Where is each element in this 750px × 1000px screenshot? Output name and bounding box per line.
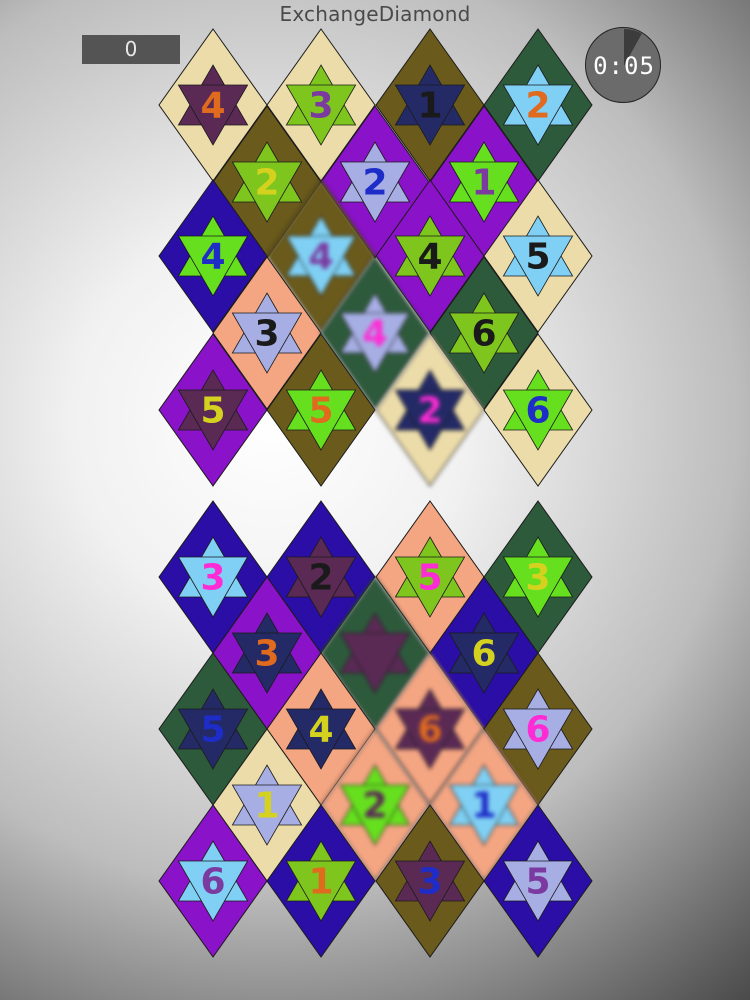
tile-number: 6 [471,314,496,355]
tile-number: 1 [362,634,387,675]
tile-number: 6 [417,710,442,751]
tile-number: 3 [308,86,333,127]
tile-number: 5 [308,391,333,432]
tile-number: 2 [417,391,442,432]
tile-number: 4 [417,237,442,278]
tile-number: 4 [308,237,333,278]
game-board[interactable]: 4 3 1 22 2 14 4 4 53 4 65 5 2 63 2 5 33 1 65 4 6 61 2 16 1 3 5 [0,0,750,1000]
tile-number: 4 [362,314,387,355]
tile-number: 4 [200,86,225,127]
tile-number: 1 [417,86,442,127]
tile-number: 1 [471,786,496,827]
tile-number: 3 [417,862,442,903]
tile-number: 2 [362,163,387,204]
tile-number: 1 [254,786,279,827]
tile-number: 6 [471,634,496,675]
tile-number: 5 [417,558,442,599]
tile-number: 2 [308,558,333,599]
tile-number: 4 [308,710,333,751]
tile-number: 6 [525,710,550,751]
tile-number: 6 [525,391,550,432]
tile-number: 5 [200,391,225,432]
tile-number: 2 [525,86,550,127]
tile-number: 5 [200,710,225,751]
bottom-board: 3 2 5 33 1 65 4 6 61 2 16 1 3 5 [158,500,593,958]
tile-number: 4 [200,237,225,278]
tile-number: 3 [200,558,225,599]
tile-number: 3 [254,634,279,675]
tile-number: 3 [254,314,279,355]
top-board: 4 3 1 22 2 14 4 4 53 4 65 5 2 6 [158,28,593,487]
tile-number: 1 [308,862,333,903]
tile-number: 5 [525,237,550,278]
tile-number: 2 [362,786,387,827]
tile-number: 6 [200,862,225,903]
tile-number: 2 [254,163,279,204]
tile-number: 5 [525,862,550,903]
tile-number: 1 [471,163,496,204]
tile-number: 3 [525,558,550,599]
